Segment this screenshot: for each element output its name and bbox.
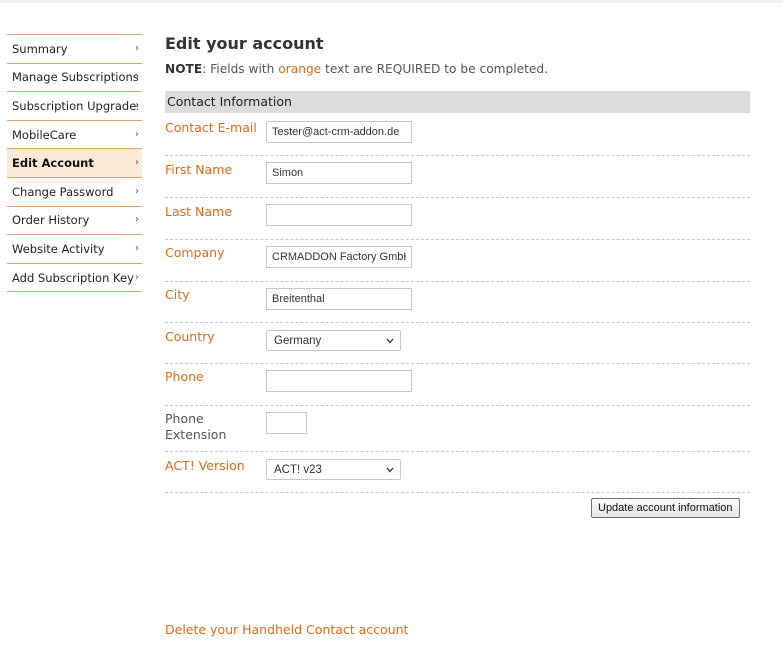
city-field[interactable] <box>266 288 412 310</box>
act-version-label: ACT! Version <box>165 458 245 473</box>
phone-field[interactable] <box>266 370 412 392</box>
form-row-first-name: First Name <box>165 156 750 198</box>
email-field[interactable] <box>266 121 412 143</box>
phone-extension-label: Phone Extension <box>165 411 226 443</box>
phone-extension-label-line1: Phone <box>165 411 204 426</box>
company-label: Company <box>165 245 225 260</box>
chevron-right-icon: › <box>135 271 139 283</box>
sidebar-item-label: Subscription Upgrades <box>12 98 138 113</box>
sidebar-item-label: Add Subscription Key <box>12 270 134 285</box>
sidebar-item-subscription-upgrades[interactable]: Subscription Upgrades › <box>7 92 142 121</box>
sidebar-item-label: Edit Account <box>12 156 94 171</box>
country-select[interactable]: Germany <box>266 330 401 351</box>
account-sidebar: Summary › Manage Subscriptions › Subscri… <box>7 34 142 293</box>
note-text: : Fields with <box>202 62 279 76</box>
section-header-contact-information: Contact Information <box>165 91 750 113</box>
sidebar-item-label: Manage Subscriptions <box>12 70 138 85</box>
chevron-right-icon: › <box>135 242 139 254</box>
form-row-email: Contact E-mail <box>165 118 750 156</box>
phone-extension-field[interactable] <box>266 412 307 434</box>
sidebar-item-edit-account[interactable]: Edit Account › <box>7 149 142 178</box>
chevron-right-icon: › <box>135 71 139 83</box>
chevron-down-icon <box>386 338 394 344</box>
form-row-city: City <box>165 282 750 323</box>
first-name-field[interactable] <box>266 162 412 184</box>
sidebar-item-label: Summary <box>12 41 68 56</box>
update-account-button[interactable]: Update account information <box>591 498 740 518</box>
email-label: Contact E-mail <box>165 120 257 135</box>
form-row-last-name: Last Name <box>165 198 750 240</box>
note-prefix: NOTE <box>165 62 203 76</box>
country-selected-value: Germany <box>274 335 322 347</box>
last-name-field[interactable] <box>266 204 412 226</box>
form-row-phone: Phone <box>165 364 750 406</box>
last-name-label: Last Name <box>165 204 232 219</box>
act-version-select[interactable]: ACT! v23 <box>266 459 401 480</box>
sidebar-item-order-history[interactable]: Order History › <box>7 207 142 236</box>
city-label: City <box>165 287 190 302</box>
note-text: text are REQUIRED to be completed. <box>321 62 549 76</box>
delete-account-link[interactable]: Delete your Handheld Contact account <box>165 622 408 637</box>
sidebar-item-change-password[interactable]: Change Password › <box>7 178 142 207</box>
sidebar-item-add-subscription-key[interactable]: Add Subscription Key › <box>7 264 142 293</box>
sidebar-item-label: Change Password <box>12 184 114 199</box>
note-orange-word: orange <box>278 62 322 76</box>
chevron-right-icon: › <box>135 42 139 54</box>
phone-extension-label-line2: Extension <box>165 427 227 442</box>
sidebar-item-label: Website Activity <box>12 241 105 256</box>
company-field[interactable] <box>266 246 412 268</box>
chevron-right-icon: › <box>135 185 139 197</box>
form-row-country: Country Germany <box>165 323 750 364</box>
chevron-down-icon <box>386 467 394 473</box>
phone-label: Phone <box>165 369 204 384</box>
sidebar-item-website-activity[interactable]: Website Activity › <box>7 235 142 264</box>
sidebar-item-summary[interactable]: Summary › <box>7 35 142 64</box>
sidebar-item-manage-subscriptions[interactable]: Manage Subscriptions › <box>7 64 142 93</box>
required-note: NOTE: Fields with orange text are REQUIR… <box>165 62 750 78</box>
sidebar-item-mobilecare[interactable]: MobileCare › <box>7 121 142 150</box>
chevron-right-icon: › <box>135 128 139 140</box>
form-row-phone-extension: Phone Extension <box>165 406 750 452</box>
chevron-right-icon: › <box>135 99 139 111</box>
page-title: Edit your account <box>165 34 324 53</box>
chevron-right-icon: › <box>135 157 139 169</box>
chevron-right-icon: › <box>135 214 139 226</box>
form-row-company: Company <box>165 240 750 282</box>
country-label: Country <box>165 329 215 344</box>
top-strip <box>0 0 783 3</box>
sidebar-item-label: Order History <box>12 213 90 228</box>
form-row-act-version: ACT! Version ACT! v23 <box>165 452 750 493</box>
edit-account-form: Edit your account NOTE: Fields with oran… <box>165 34 750 518</box>
sidebar-item-label: MobileCare <box>12 127 77 142</box>
first-name-label: First Name <box>165 162 233 177</box>
act-version-selected-value: ACT! v23 <box>274 464 322 476</box>
